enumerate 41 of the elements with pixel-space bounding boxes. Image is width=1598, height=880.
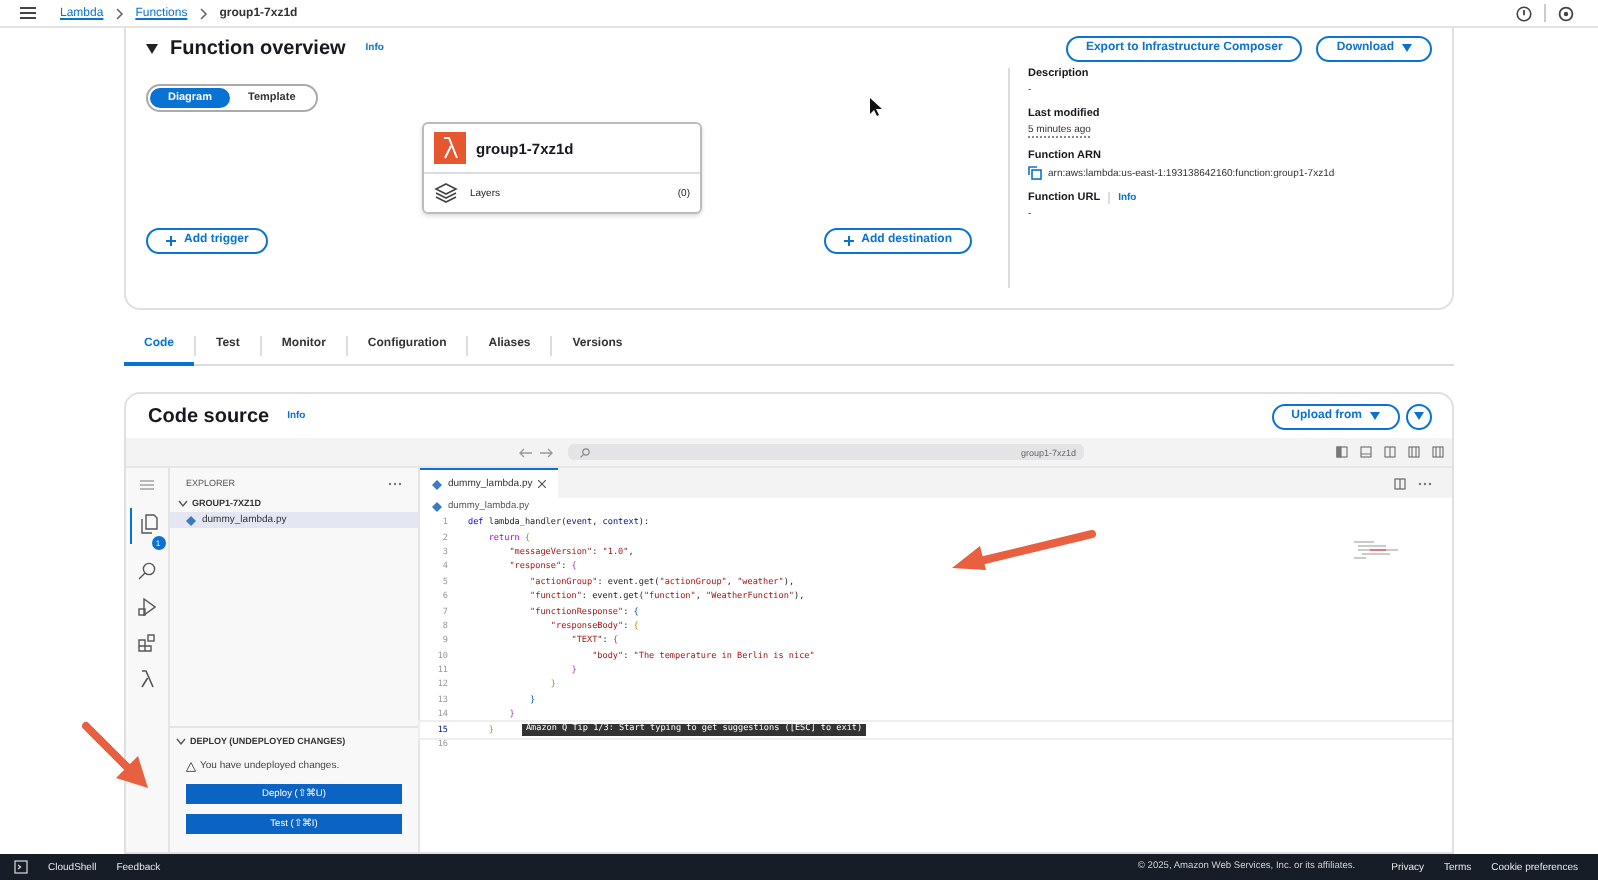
layout-icon[interactable] <box>1432 446 1444 458</box>
chevron-icon <box>178 499 188 507</box>
copy-icon[interactable] <box>1028 166 1042 180</box>
layers-icon <box>434 182 458 204</box>
close-icon[interactable] <box>538 480 547 488</box>
mouse-pointer-icon <box>870 98 882 116</box>
info-icon[interactable] <box>1516 5 1532 21</box>
layout-icon[interactable] <box>1336 446 1348 458</box>
extensions-icon[interactable] <box>138 634 156 652</box>
collapse-caret-icon[interactable] <box>146 43 158 53</box>
search-icon[interactable] <box>138 562 156 580</box>
plus-icon <box>843 236 854 246</box>
chevron-right-icon <box>199 7 208 19</box>
run-debug-icon[interactable] <box>138 598 156 616</box>
layout-icon[interactable] <box>1360 446 1372 458</box>
split-editor-icon[interactable] <box>1394 477 1406 489</box>
python-file-icon <box>432 479 442 489</box>
plus-icon <box>166 236 176 246</box>
caret-icon <box>1370 412 1380 420</box>
menu-icon[interactable] <box>20 6 36 20</box>
lambda-icon[interactable] <box>138 670 156 688</box>
lambda-icon <box>434 132 466 164</box>
more-actions-button[interactable] <box>1406 403 1432 429</box>
back-arrow-icon[interactable] <box>518 447 532 457</box>
forward-arrow-icon[interactable] <box>540 447 554 457</box>
settings-icon[interactable] <box>1558 5 1574 21</box>
chevron-right-icon <box>115 7 124 19</box>
warning-icon <box>186 761 196 771</box>
python-file-icon <box>186 515 196 525</box>
terminal-icon[interactable] <box>14 860 28 874</box>
python-file-icon <box>432 502 442 512</box>
files-icon[interactable] <box>139 514 157 534</box>
search-icon <box>580 447 590 457</box>
chevron-icon <box>176 737 186 745</box>
layout-icon[interactable] <box>1384 446 1396 458</box>
caret-icon <box>1402 44 1412 52</box>
annotation-arrow <box>80 720 152 792</box>
caret-icon <box>1414 412 1424 420</box>
layout-icon[interactable] <box>1408 446 1420 458</box>
section-title: Code source <box>148 405 270 427</box>
section-title: Function overview <box>170 37 346 59</box>
